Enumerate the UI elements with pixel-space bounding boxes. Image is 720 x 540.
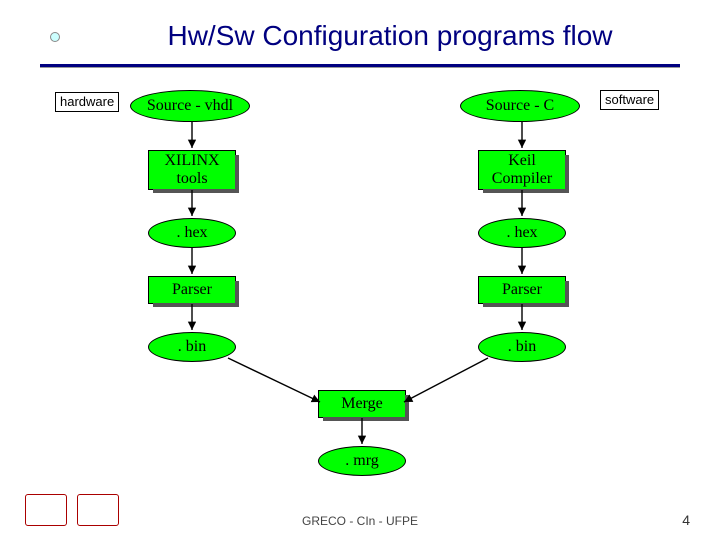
title-underline: [40, 64, 680, 67]
sw-hex-node: . hex: [478, 218, 566, 248]
hw-hex-node: . hex: [148, 218, 236, 248]
software-label: software: [600, 90, 659, 110]
page-number: 4: [682, 512, 690, 528]
sw-source-node: Source - C: [460, 90, 580, 122]
hw-bin-node: . bin: [148, 332, 236, 362]
slide: Hw/Sw Configuration programs flow hardwa…: [0, 0, 720, 540]
slide-title: Hw/Sw Configuration programs flow: [0, 20, 720, 52]
hardware-label: hardware: [55, 92, 119, 112]
sw-parser-node: Parser: [478, 276, 566, 304]
hw-parser-node: Parser: [148, 276, 236, 304]
mrg-node: . mrg: [318, 446, 406, 476]
footer-text: GRECO - CIn - UFPE: [0, 514, 720, 528]
merge-node: Merge: [318, 390, 406, 418]
hw-tool-node: XILINX tools: [148, 150, 236, 190]
sw-bin-node: . bin: [478, 332, 566, 362]
hw-source-node: Source - vhdl: [130, 90, 250, 122]
sw-tool-node: Keil Compiler: [478, 150, 566, 190]
